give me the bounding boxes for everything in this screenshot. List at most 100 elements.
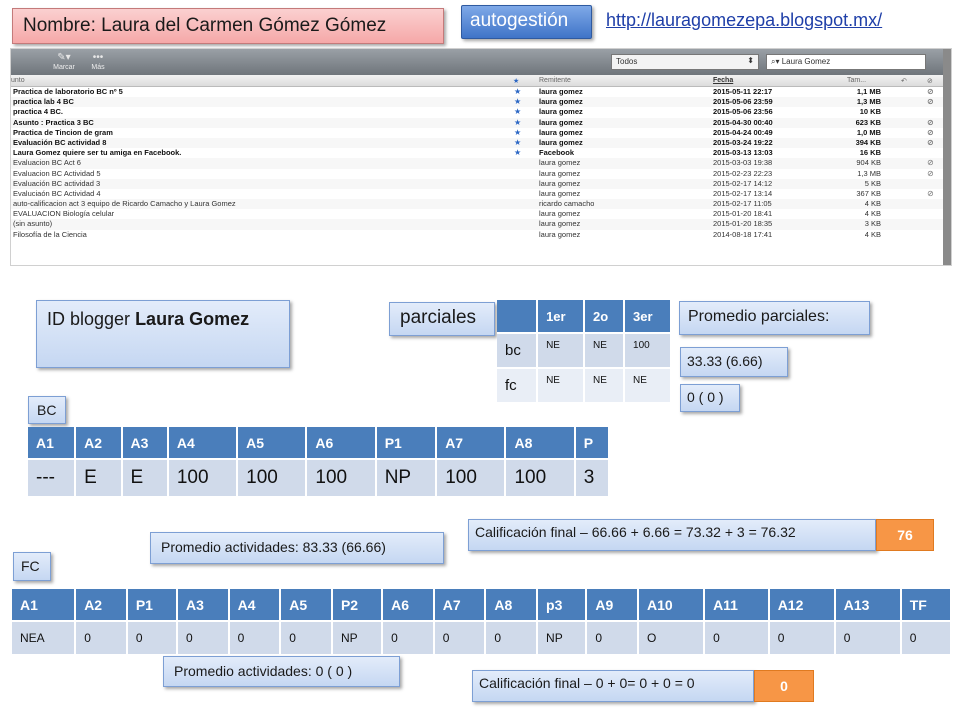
mail-sender: laura gomez [539,87,583,96]
mail-row[interactable]: Practica de Tincion de gram ★ laura gomez 2… [11,128,951,138]
fc-header: P2 [332,589,384,620]
bc-label: BC [28,396,66,424]
mail-size: 1,0 MB [856,127,881,137]
mail-date: 2015-02-23 22:23 [713,168,773,178]
mail-sender: laura gomez [539,209,581,219]
mail-subject: practica lab 4 BC [13,97,74,107]
autogestion-button[interactable]: autogestión [461,5,592,39]
bc-calificacion-final: Calificación final – 66.66 + 6.66 = 73.3… [468,519,876,551]
star-icon[interactable]: ★ [514,107,521,117]
mail-size: 623 KB [855,117,881,127]
mark-button[interactable]: ✎▾ Marcar [49,52,79,71]
mail-sender: laura gomez [539,137,583,147]
mail-subject: Evaluciaón BC Actividad 4 [13,188,101,198]
mail-subject: (sin asunto) [13,219,53,229]
filter-value: Todos [616,57,638,66]
mail-sender: laura gomez [539,107,583,117]
bc-table: A1 A2 A3 A4 A5 A6 P1 A7 A8 P --- E E 100 100 100 NP 100 1… [28,427,610,496]
mail-column-headers: unto ★ Remitente Fecha Tam... ↶ ⊘ [11,75,951,87]
mail-row[interactable]: Evaluciaón BC Actividad 4 laura gomez 2015… [11,189,951,199]
promedio-parciales-label: Promedio parciales: [679,301,870,335]
attachment-icon: ⊘ [927,158,934,168]
fc-header: A6 [383,589,435,620]
mail-row[interactable]: Evaluación BC actividad 3 laura gomez 2015… [11,178,951,189]
bc-cell: E [76,458,123,496]
mail-row[interactable]: Practica de laboratorio BC nº 5 ★ laura go… [11,87,951,97]
star-icon[interactable]: ★ [514,97,521,107]
bc-cell: E [122,458,169,496]
mail-date: 2015-05-06 23:56 [713,107,773,117]
parciales-label: parciales [389,302,495,336]
mail-sender: laura gomez [539,229,581,239]
pen-icon: ✎▾ [57,52,71,63]
mail-row[interactable]: Laura Gomez quiere ser tu amiga en Faceb… [11,148,951,158]
parciales-header [497,300,539,332]
mail-row[interactable]: Evaluación BC actividad 8 ★ laura gomez 201… [11,137,951,149]
mail-row[interactable]: Asunto : Practica 3 BC ★ laura gomez 2015-0… [11,117,951,128]
more-button[interactable]: ••• Más [83,52,113,71]
mail-subject: Filosofía de la Ciencia [13,229,87,239]
mail-sender: laura gomez [539,117,583,127]
mail-sender: laura gomez [539,168,581,178]
attachment-icon: ⊘ [927,188,934,198]
mail-date: 2015-03-13 13:03 [713,148,773,158]
col-size[interactable]: Tam... [847,77,866,84]
col-sender[interactable]: Remitente [539,77,571,84]
fc-header: P1 [127,589,179,620]
mail-list: Practica de laboratorio BC nº 5 ★ laura go… [11,87,951,240]
star-column-icon[interactable]: ★ [513,77,519,85]
mail-row[interactable]: Filosofía de la Ciencia laura gomez 2014-0… [11,230,951,240]
col-subject[interactable]: unto [11,77,25,84]
mail-row[interactable]: EVALUACION Biología celular laura gomez 20… [11,209,951,219]
fc-header: A3 [178,589,230,620]
mail-date: 2015-02-17 13:14 [713,188,773,198]
mail-date: 2015-01-20 18:41 [713,209,773,219]
mail-row[interactable]: practica lab 4 BC ★ laura gomez 2015-05-06 … [11,97,951,108]
mail-size: 1,3 MB [856,97,881,107]
mail-sender: laura gomez [539,158,581,168]
mail-row[interactable]: Evaluacion BC Act 6 laura gomez 2015-03-03… [11,158,951,169]
blogger-id-name: Laura Gomez [135,309,250,329]
parciales-cell: NE [538,332,586,367]
mail-date: 2015-04-24 00:49 [713,127,773,137]
filter-select[interactable]: Todos ⬍ [611,54,759,70]
mail-sender: laura gomez [539,127,583,137]
bc-cell: 100 [238,458,308,496]
star-icon[interactable]: ★ [514,118,521,128]
search-input[interactable]: ⌕▾ Laura Gomez [766,54,926,70]
fc-cell: 0 [587,620,640,654]
mail-row[interactable]: (sin asunto) laura gomez 2015-01-20 18:35 3… [11,219,951,230]
student-name-label: Nombre: Laura del Carmen Gómez Gómez [12,8,444,44]
attachment-icon: ⊘ [927,87,934,96]
mail-date: 2015-02-17 11:05 [713,199,772,209]
mail-subject: Evaluacion BC Actividad 5 [13,168,101,178]
bc-header: A8 [506,427,576,458]
bc-header: A3 [122,427,169,458]
star-icon[interactable]: ★ [514,148,521,158]
bc-header: A7 [437,427,507,458]
mail-sender: ricardo camacho [539,199,595,209]
bc-promedio-actividades: Promedio actividades: 83.33 (66.66) [150,532,444,564]
blog-link[interactable]: http://lauragomezepa.blogspot.mx/ [606,10,882,31]
mail-client-screenshot: ✎▾ Marcar ••• Más Todos ⬍ ⌕▾ Laura Gomez… [10,48,952,266]
mail-size: 904 KB [856,158,881,168]
fc-header: A11 [705,589,770,620]
fc-header: p3 [538,589,588,620]
col-date[interactable]: Fecha [713,77,733,84]
fc-header: A13 [835,589,902,620]
mail-row[interactable]: auto-calificacion act 3 equipo de Ricard… [11,199,951,210]
attachment-icon: ⊘ [927,97,934,107]
mail-subject: auto-calificacion act 3 equipo de Ricard… [13,199,236,209]
mail-row[interactable]: practica 4 BC. ★ laura gomez 2015-05-06 23:… [11,107,951,117]
mail-size: 5 KB [864,178,881,188]
fc-cell: 0 [486,620,539,654]
fc-cell: 0 [901,620,952,654]
fc-cell: 0 [178,620,230,654]
star-icon[interactable]: ★ [514,138,521,148]
star-icon[interactable]: ★ [514,87,521,97]
mail-row[interactable]: Evaluacion BC Actividad 5 laura gomez 2015… [11,169,951,179]
fc-header: A12 [769,589,836,620]
blogger-id-prefix: ID blogger [47,309,136,329]
star-icon[interactable]: ★ [514,128,521,138]
scrollbar[interactable] [943,49,951,265]
